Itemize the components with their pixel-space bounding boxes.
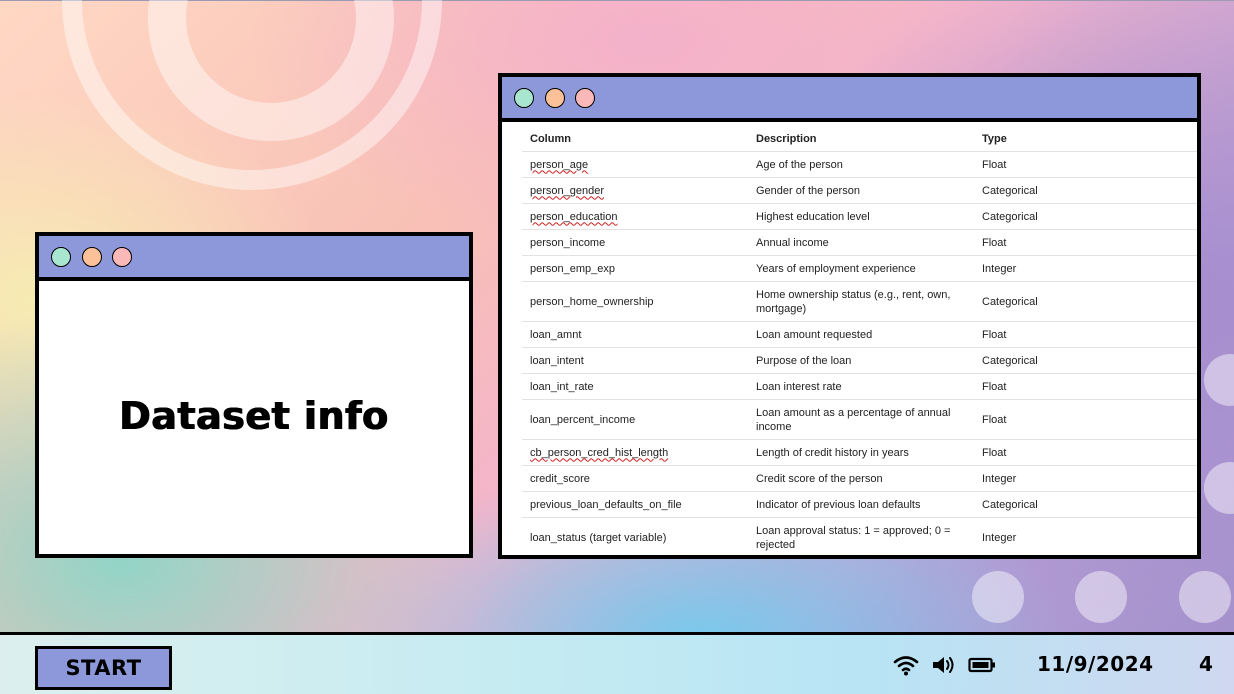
table-row: person_income Annual income Float <box>522 229 1197 256</box>
cell-column: loan_status (target variable) <box>522 517 748 555</box>
cell-column: person_emp_exp <box>522 255 748 282</box>
dataset-table-container: Column Description Type person_age Age o… <box>522 126 1197 555</box>
window-button-pink[interactable] <box>575 88 595 108</box>
table-row: person_emp_exp Years of employment exper… <box>522 255 1197 282</box>
table-row: loan_amnt Loan amount requested Float <box>522 321 1197 348</box>
window-button-orange[interactable] <box>545 88 565 108</box>
cell-column: loan_amnt <box>522 321 748 348</box>
table-row: person_gender Gender of the person Categ… <box>522 177 1197 204</box>
cell-description: Gender of the person <box>748 177 974 204</box>
cell-description: Age of the person <box>748 151 974 178</box>
cell-description: Loan interest rate <box>748 373 974 400</box>
cell-column-text: cb_person_cred_hist_length <box>530 446 669 459</box>
cell-description: Loan amount requested <box>748 321 974 348</box>
wifi-icon[interactable] <box>893 654 919 680</box>
cell-column: loan_int_rate <box>522 373 748 400</box>
table-row: person_age Age of the person Float <box>522 151 1197 178</box>
title-window: Dataset info <box>35 232 473 558</box>
dataset-table: Column Description Type person_age Age o… <box>522 126 1197 555</box>
table-header-row: Column Description Type <box>522 126 1197 152</box>
decorative-dot <box>972 571 1024 623</box>
decorative-dot <box>1075 571 1127 623</box>
header-description: Description <box>748 126 974 152</box>
cell-description: Indicator of previous loan defaults <box>748 491 974 518</box>
cell-type: Integer <box>974 465 1197 492</box>
cell-description: Loan amount as a percentage of annual in… <box>748 399 974 440</box>
cell-column-text: person_gender <box>530 184 605 197</box>
window-button-green[interactable] <box>514 88 534 108</box>
cell-type: Float <box>974 151 1197 178</box>
cell-description: Credit score of the person <box>748 465 974 492</box>
volume-icon[interactable] <box>931 654 957 680</box>
cell-type: Categorical <box>974 491 1197 518</box>
cell-type: Float <box>974 399 1197 440</box>
window-button-orange[interactable] <box>82 247 102 267</box>
cell-description: Home ownership status (e.g., rent, own, … <box>748 281 974 322</box>
cell-column: person_income <box>522 229 748 256</box>
cell-description: Highest education level <box>748 203 974 230</box>
battery-icon[interactable] <box>968 654 996 680</box>
cell-type: Categorical <box>974 347 1197 374</box>
cell-type: Float <box>974 229 1197 256</box>
start-button[interactable]: START <box>35 646 172 690</box>
cell-description: Years of employment experience <box>748 255 974 282</box>
table-row: previous_loan_defaults_on_file Indicator… <box>522 491 1197 518</box>
cell-type: Integer <box>974 517 1197 555</box>
table-row: person_home_ownership Home ownership sta… <box>522 281 1197 322</box>
cell-column: person_gender <box>522 177 748 204</box>
cell-description: Purpose of the loan <box>748 347 974 374</box>
cell-type: Categorical <box>974 281 1197 322</box>
taskbar-date: 11/9/2024 <box>1037 652 1154 676</box>
cell-column: cb_person_cred_hist_length <box>522 439 748 466</box>
window-titlebar <box>39 236 469 281</box>
cell-column-text: person_age <box>530 158 589 171</box>
table-row: person_education Highest education level… <box>522 203 1197 230</box>
cell-type: Categorical <box>974 177 1197 204</box>
decorative-dot <box>1179 571 1231 623</box>
cell-description: Loan approval status: 1 = approved; 0 = … <box>748 517 974 555</box>
table-row: loan_intent Purpose of the loan Categori… <box>522 347 1197 374</box>
cell-column: previous_loan_defaults_on_file <box>522 491 748 518</box>
cell-description: Length of credit history in years <box>748 439 974 466</box>
page-number: 4 <box>1199 652 1213 676</box>
cell-column: loan_intent <box>522 347 748 374</box>
table-row: loan_int_rate Loan interest rate Float <box>522 373 1197 400</box>
table-row: loan_status (target variable) Loan appro… <box>522 517 1197 555</box>
table-row: loan_percent_income Loan amount as a per… <box>522 399 1197 440</box>
header-type: Type <box>974 126 1197 152</box>
table-row: credit_score Credit score of the person … <box>522 465 1197 492</box>
cell-column: credit_score <box>522 465 748 492</box>
cell-description: Annual income <box>748 229 974 256</box>
cell-column: person_education <box>522 203 748 230</box>
window-button-pink[interactable] <box>112 247 132 267</box>
cell-column: loan_percent_income <box>522 399 748 440</box>
window-titlebar <box>502 77 1197 122</box>
window-button-green[interactable] <box>51 247 71 267</box>
cell-type: Integer <box>974 255 1197 282</box>
cell-type: Categorical <box>974 203 1197 230</box>
header-column: Column <box>522 126 748 152</box>
cell-column: person_age <box>522 151 748 178</box>
cell-column: person_home_ownership <box>522 281 748 322</box>
title-window-content: Dataset info <box>39 281 469 554</box>
cell-type: Float <box>974 439 1197 466</box>
table-row: cb_person_cred_hist_length Length of cre… <box>522 439 1197 466</box>
slide-title: Dataset info <box>119 393 389 438</box>
cell-type: Float <box>974 373 1197 400</box>
cell-type: Float <box>974 321 1197 348</box>
table-window: Column Description Type person_age Age o… <box>498 73 1201 559</box>
taskbar: START 11/9/2024 4 <box>0 632 1234 694</box>
cell-column-text: person_education <box>530 210 618 223</box>
